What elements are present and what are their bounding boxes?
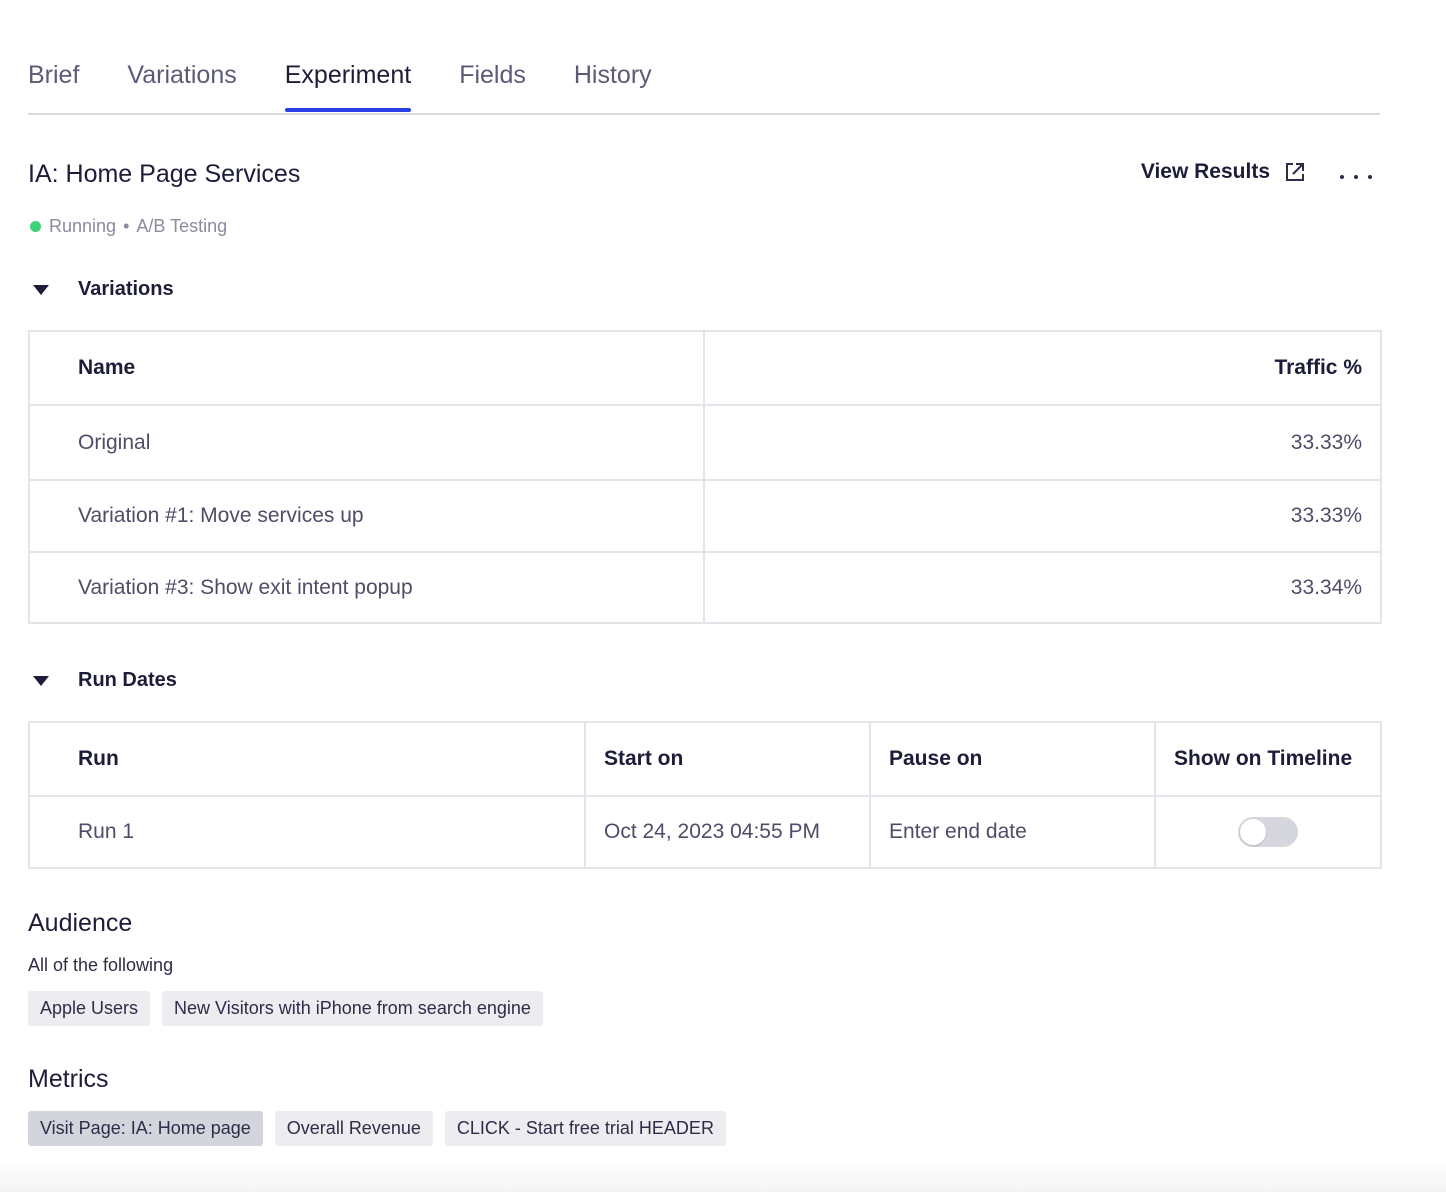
tab-variations[interactable]: Variations bbox=[127, 58, 236, 110]
status-separator: • bbox=[123, 216, 130, 236]
tab-history[interactable]: History bbox=[574, 58, 652, 110]
tab-brief[interactable]: Brief bbox=[28, 58, 79, 110]
audience-chip[interactable]: Apple Users bbox=[28, 991, 151, 1026]
timeline-toggle-cell bbox=[1154, 795, 1382, 869]
caret-down-icon bbox=[33, 284, 49, 295]
metrics-title: Metrics bbox=[28, 1065, 109, 1093]
variation-name: Original bbox=[28, 404, 705, 481]
variations-table: Name Traffic % Original 33.33% Variation… bbox=[28, 330, 1382, 624]
variation-traffic: 33.34% bbox=[703, 551, 1382, 624]
variation-traffic: 33.33% bbox=[703, 479, 1382, 553]
column-header-timeline: Show on Timeline bbox=[1154, 721, 1382, 797]
table-row: Variation #3: Show exit intent popup 33.… bbox=[28, 551, 1382, 624]
table-row: Original 33.33% bbox=[28, 404, 1382, 481]
column-header-run: Run bbox=[28, 721, 586, 797]
variation-traffic: 33.33% bbox=[703, 404, 1382, 481]
tab-fields[interactable]: Fields bbox=[459, 58, 526, 110]
bottom-fade bbox=[0, 1158, 1446, 1192]
start-date-field[interactable]: Oct 24, 2023 04:55 PM bbox=[584, 795, 871, 869]
audience-chips: Apple Users New Visitors with iPhone fro… bbox=[28, 991, 555, 1026]
metric-chip[interactable]: CLICK - Start free trial HEADER bbox=[444, 1111, 726, 1146]
experiment-title: IA: Home Page Services bbox=[28, 160, 301, 188]
status-dot-icon bbox=[30, 221, 41, 232]
status-text: Running bbox=[49, 216, 117, 236]
more-options-icon[interactable] bbox=[1340, 164, 1372, 190]
view-results-label: View Results bbox=[1140, 160, 1270, 183]
variation-name: Variation #3: Show exit intent popup bbox=[28, 551, 705, 624]
external-link-icon bbox=[1286, 163, 1304, 181]
run-dates-table: Run Start on Pause on Show on Timeline R… bbox=[28, 721, 1382, 869]
run-name: Run 1 bbox=[28, 795, 586, 869]
table-row: Run 1 Oct 24, 2023 04:55 PM Enter end da… bbox=[28, 795, 1382, 869]
experiment-type: A/B Testing bbox=[136, 216, 228, 236]
variation-name: Variation #1: Move services up bbox=[28, 479, 705, 553]
column-header-name: Name bbox=[28, 330, 705, 406]
column-header-traffic: Traffic % bbox=[703, 330, 1382, 406]
audience-subtitle: All of the following bbox=[28, 955, 174, 975]
run-dates-section-title: Run Dates bbox=[78, 669, 177, 691]
audience-title: Audience bbox=[28, 909, 133, 937]
metric-chip[interactable]: Visit Page: IA: Home page bbox=[28, 1111, 263, 1146]
variations-section-toggle[interactable]: Variations bbox=[28, 278, 174, 301]
column-header-start: Start on bbox=[584, 721, 871, 797]
caret-down-icon bbox=[33, 675, 49, 686]
pause-date-input[interactable]: Enter end date bbox=[869, 795, 1156, 869]
tab-bar: Brief Variations Experiment Fields Histo… bbox=[28, 58, 1380, 115]
column-header-pause: Pause on bbox=[869, 721, 1156, 797]
metrics-chips: Visit Page: IA: Home page Overall Revenu… bbox=[28, 1111, 738, 1146]
variations-section-title: Variations bbox=[78, 278, 174, 300]
audience-chip[interactable]: New Visitors with iPhone from search eng… bbox=[162, 991, 543, 1026]
tab-experiment[interactable]: Experiment bbox=[284, 58, 412, 112]
view-results-button[interactable]: View Results bbox=[1141, 160, 1306, 184]
table-row: Variation #1: Move services up 33.33% bbox=[28, 479, 1382, 553]
status-line: Running • A/B Testing bbox=[30, 216, 227, 237]
run-dates-section-toggle[interactable]: Run Dates bbox=[28, 669, 177, 692]
show-on-timeline-toggle[interactable] bbox=[1238, 817, 1298, 847]
metric-chip[interactable]: Overall Revenue bbox=[274, 1111, 433, 1146]
